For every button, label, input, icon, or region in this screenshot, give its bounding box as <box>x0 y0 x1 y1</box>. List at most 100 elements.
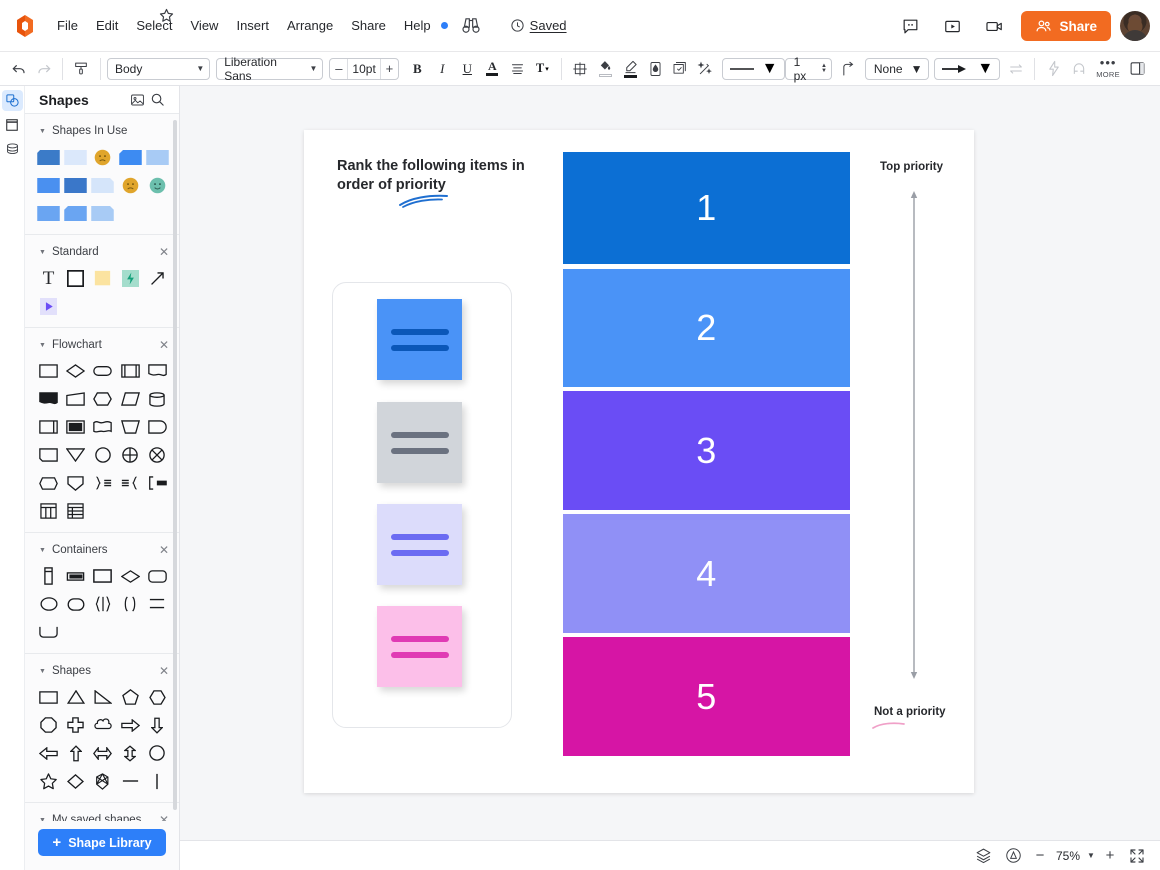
share-button[interactable]: Share <box>1021 11 1111 41</box>
zoom-in-button[interactable]: + <box>1098 847 1122 864</box>
brace-left-icon[interactable] <box>117 472 144 494</box>
cloud-shape-icon[interactable] <box>89 714 116 736</box>
lucid-logo[interactable] <box>10 11 40 41</box>
wave-document-icon[interactable] <box>89 416 116 438</box>
close-icon[interactable]: ✕ <box>159 544 169 556</box>
shape-swatch[interactable] <box>35 174 62 196</box>
video-call-icon[interactable] <box>973 10 1015 42</box>
opacity-icon[interactable] <box>643 56 668 82</box>
chevron-down-icon[interactable]: ▼ <box>39 668 46 675</box>
shape-swatch[interactable] <box>35 202 62 224</box>
left-right-arrow-icon[interactable] <box>89 742 116 764</box>
chevron-down-icon[interactable]: ▼ <box>39 817 46 822</box>
predefined-process-icon[interactable] <box>117 360 144 382</box>
shape-library-button[interactable]: + Shape Library <box>38 829 166 856</box>
horizontal-line-icon[interactable] <box>117 770 144 792</box>
rectangle-icon[interactable] <box>62 267 89 289</box>
start-arrow-select[interactable]: None ▼ <box>865 58 930 80</box>
text-icon[interactable]: T <box>35 267 62 289</box>
format-painter-icon[interactable] <box>69 56 94 82</box>
rounded-container-icon[interactable] <box>144 565 171 587</box>
rank-bar-5[interactable]: 5 <box>563 637 850 756</box>
card-icon[interactable] <box>35 444 62 466</box>
text-options-button[interactable]: T ▾ <box>530 56 555 82</box>
vertical-line-icon[interactable] <box>144 770 171 792</box>
note-gray[interactable] <box>377 402 462 483</box>
magic-wand-icon[interactable] <box>693 56 718 82</box>
vertical-brackets-icon[interactable] <box>89 593 116 615</box>
shape-style-icon[interactable] <box>668 56 693 82</box>
brace-right-icon[interactable] <box>89 472 116 494</box>
merge-icon[interactable] <box>62 444 89 466</box>
triangle-play-icon[interactable] <box>35 295 62 317</box>
diamond-container-icon[interactable] <box>117 565 144 587</box>
shape-swatch[interactable] <box>89 202 116 224</box>
parentheses-icon[interactable] <box>117 593 144 615</box>
line-color-icon[interactable] <box>618 56 643 82</box>
shape-swatch[interactable] <box>117 146 144 168</box>
chevron-down-icon[interactable]: ▼ <box>39 547 46 554</box>
delay-icon[interactable] <box>35 472 62 494</box>
vertical-container-icon[interactable] <box>35 565 62 587</box>
rectangle-shape-icon[interactable] <box>35 686 62 708</box>
menu-share[interactable]: Share <box>342 13 395 38</box>
shape-swatch[interactable] <box>89 146 116 168</box>
fill-bucket-icon[interactable] <box>593 56 618 82</box>
close-icon[interactable]: ✕ <box>159 339 169 351</box>
sticky-note-icon[interactable] <box>89 267 116 289</box>
saved-status[interactable]: Saved <box>510 18 567 33</box>
database-icon[interactable] <box>144 388 171 410</box>
close-icon[interactable]: ✕ <box>159 665 169 677</box>
comment-icon[interactable] <box>889 10 931 42</box>
layers-icon[interactable] <box>968 844 998 868</box>
down-arrow-icon[interactable] <box>144 714 171 736</box>
fit-screen-icon[interactable] <box>1122 844 1152 868</box>
user-avatar[interactable] <box>1120 11 1150 41</box>
right-panel-icon[interactable] <box>1125 56 1150 82</box>
multidocument-icon[interactable] <box>35 388 62 410</box>
rank-bar-4[interactable]: 4 <box>563 514 850 633</box>
rank-bar-3[interactable]: 3 <box>563 391 850 510</box>
close-icon[interactable]: ✕ <box>159 246 169 258</box>
redo-icon[interactable] <box>31 56 56 82</box>
pentagram-shape-icon[interactable] <box>89 770 116 792</box>
menu-insert[interactable]: Insert <box>227 13 278 38</box>
up-arrow-icon[interactable] <box>62 742 89 764</box>
magnet-icon[interactable] <box>1066 56 1091 82</box>
zoom-level[interactable]: 75% <box>1052 849 1084 863</box>
canvas-area[interactable]: Rank the following items in order of pri… <box>180 86 1160 840</box>
page-tool-icon[interactable] <box>2 114 23 135</box>
internal-storage-icon[interactable] <box>35 416 62 438</box>
bracket-icon[interactable] <box>144 472 171 494</box>
triangle-shape-icon[interactable] <box>62 686 89 708</box>
search-icon[interactable] <box>147 90 167 110</box>
line-width-spinner[interactable]: ▲▼ <box>821 64 827 74</box>
font-size-decrease[interactable]: – <box>330 59 347 79</box>
shape-swatch[interactable] <box>144 174 171 196</box>
decision-icon[interactable] <box>62 360 89 382</box>
chevron-down-icon[interactable]: ▼ <box>39 128 46 135</box>
bolt-icon[interactable] <box>1041 56 1066 82</box>
up-down-arrow-icon[interactable] <box>117 742 144 764</box>
shape-swatch[interactable] <box>144 146 171 168</box>
shapes-tool-icon[interactable] <box>2 90 23 111</box>
shape-swatch[interactable] <box>89 174 116 196</box>
bottom-bracket-icon[interactable] <box>35 621 62 643</box>
pill-container-icon[interactable] <box>62 593 89 615</box>
rectangle-container-icon[interactable] <box>89 565 116 587</box>
horizontal-bar-icon[interactable] <box>62 565 89 587</box>
preparation-icon[interactable] <box>89 388 116 410</box>
shape-swatch[interactable] <box>62 174 89 196</box>
data-parallelogram-icon[interactable] <box>117 388 144 410</box>
chevron-down-icon[interactable]: ▼ <box>39 249 46 256</box>
right-triangle-icon[interactable] <box>89 686 116 708</box>
favorite-star-icon[interactable] <box>155 4 177 26</box>
extract-icon[interactable] <box>62 472 89 494</box>
top-priority-label[interactable]: Top priority <box>880 161 943 173</box>
octagon-shape-icon[interactable] <box>35 714 62 736</box>
summing-junction-icon[interactable] <box>117 444 144 466</box>
horizontal-lines-icon[interactable] <box>144 593 171 615</box>
pentagon-shape-icon[interactable] <box>117 686 144 708</box>
star-shape-icon[interactable] <box>35 770 62 792</box>
menu-help[interactable]: Help <box>395 13 440 38</box>
